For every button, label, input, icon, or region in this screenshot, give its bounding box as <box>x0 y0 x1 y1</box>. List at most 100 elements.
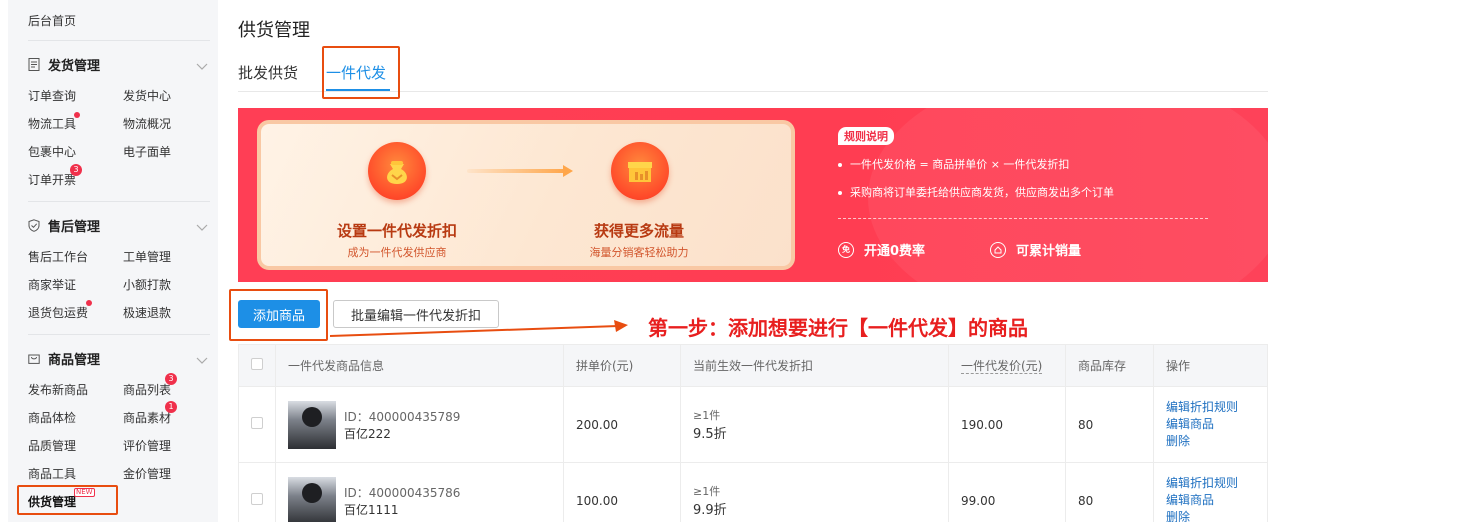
sidebar: 后台首页 发货管理 订单查询 发货中心 物流工具 物流概况 包裹中心 电子面单 … <box>8 0 218 522</box>
checkbox-cell <box>238 386 276 463</box>
promo-banner: 设置一件代发折扣 成为一件代发供应商 获得更多流量 海量分销客轻松助力 规则说明… <box>238 108 1268 282</box>
rules-badge: 规则说明 <box>838 127 894 145</box>
product-info-cell: ID：400000435789 百亿222 <box>275 386 564 463</box>
shield-check-icon <box>28 218 40 232</box>
operations-cell: 编辑折扣规则 编辑商品 删除 <box>1153 462 1268 522</box>
sidebar-item-shipping-center[interactable]: 发货中心 <box>123 87 171 104</box>
edit-discount-rule-link[interactable]: 编辑折扣规则 <box>1166 399 1255 416</box>
step1-subtitle: 成为一件代发供应商 <box>347 246 447 259</box>
count-badge: 1 <box>165 401 177 413</box>
sidebar-item-return-shipping[interactable]: 退货包运费 <box>28 304 88 321</box>
product-info: ID：400000435789 百亿222 <box>288 400 551 449</box>
chevron-down-icon[interactable] <box>196 217 208 236</box>
product-info-cell: ID：400000435786 百亿1111 <box>275 462 564 522</box>
product-info: ID：400000435786 百亿1111 <box>288 476 551 522</box>
sidebar-item-product-list[interactable]: 商品列表 <box>123 381 171 398</box>
sidebar-item-order-query[interactable]: 订单查询 <box>28 87 76 104</box>
sidebar-divider <box>28 40 210 41</box>
row-checkbox[interactable] <box>251 493 263 505</box>
product-thumbnail[interactable] <box>288 476 336 522</box>
sidebar-item-small-payment[interactable]: 小额打款 <box>123 276 171 293</box>
step1-title: 设置一件代发折扣 <box>336 222 457 240</box>
sidebar-item-reviews[interactable]: 评价管理 <box>123 437 171 454</box>
notification-dot <box>86 300 92 306</box>
product-name[interactable]: 百亿1111 <box>344 501 460 518</box>
count-badge: 3 <box>70 164 82 176</box>
sidebar-item-product-check[interactable]: 商品体检 <box>28 409 76 426</box>
bullet-icon <box>838 191 842 195</box>
annotation-text: 第一步：添加想要进行【一件代发】的商品 <box>648 316 1028 340</box>
sidebar-item-package-center[interactable]: 包裹中心 <box>28 143 76 160</box>
operations-cell: 编辑折扣规则 编辑商品 删除 <box>1153 386 1268 463</box>
highlight-box <box>322 46 400 99</box>
sidebar-section-title: 发货管理 <box>48 58 101 74</box>
page-title: 供货管理 <box>238 20 310 41</box>
row-checkbox[interactable] <box>251 417 263 429</box>
dropship-price: 190.00 <box>948 386 1066 463</box>
group-price: 200.00 <box>563 386 681 463</box>
sidebar-item-gold-price[interactable]: 金价管理 <box>123 465 171 482</box>
sidebar-item-product-tools[interactable]: 商品工具 <box>28 465 76 482</box>
edit-product-link[interactable]: 编辑商品 <box>1166 416 1255 433</box>
discount-value: 9.9折 <box>693 503 727 518</box>
sidebar-item-after-sales-workbench[interactable]: 售后工作台 <box>28 248 88 265</box>
sidebar-divider <box>28 334 210 335</box>
discount-cell: ≥1件 9.9折 <box>680 462 949 522</box>
sidebar-item-home[interactable]: 后台首页 <box>28 12 76 29</box>
sidebar-divider <box>28 201 210 202</box>
sidebar-section-after-sales[interactable]: 售后管理 <box>28 215 208 235</box>
chevron-down-icon[interactable] <box>196 56 208 75</box>
sidebar-item-publish-product[interactable]: 发布新商品 <box>28 381 88 398</box>
edit-discount-rule-link[interactable]: 编辑折扣规则 <box>1166 475 1255 492</box>
sidebar-item-product-material[interactable]: 商品素材 <box>123 409 171 426</box>
sidebar-item-invoice[interactable]: 订单开票 <box>28 171 76 188</box>
rule-text: 采购商将订单委托给供应商发货，供应商发出多个订单 <box>850 186 1114 199</box>
dashed-divider <box>838 218 1208 219</box>
group-price: 100.00 <box>563 462 681 522</box>
perk-text: 可累计销量 <box>1016 244 1082 259</box>
table-row: ID：400000435789 百亿222 200.00 ≥1件 9.5折 19… <box>238 386 1268 463</box>
highlight-box <box>17 485 118 515</box>
sidebar-item-logistics-tools[interactable]: 物流工具 <box>28 115 76 132</box>
home-icon <box>990 241 1006 258</box>
sidebar-item-e-waybill[interactable]: 电子面单 <box>123 143 171 160</box>
highlight-box <box>229 289 328 341</box>
stock: 80 <box>1065 386 1154 463</box>
delete-link[interactable]: 删除 <box>1166 509 1255 522</box>
product-thumbnail[interactable] <box>288 400 336 449</box>
sidebar-item-quality[interactable]: 品质管理 <box>28 437 76 454</box>
chevron-down-icon[interactable] <box>196 350 208 369</box>
bullet-icon <box>838 163 842 167</box>
sidebar-item-logistics-overview[interactable]: 物流概况 <box>123 115 171 132</box>
product-name[interactable]: 百亿222 <box>344 425 460 442</box>
free-icon: 免 <box>838 241 854 258</box>
sidebar-section-shipping[interactable]: 发货管理 <box>28 54 208 74</box>
sidebar-item-fast-refund[interactable]: 极速退款 <box>123 304 171 321</box>
step2-subtitle: 海量分销客轻松助力 <box>589 246 689 259</box>
column-header: 一件代发价(元) <box>948 344 1066 387</box>
shop-icon <box>611 142 669 200</box>
column-header: 商品库存 <box>1065 344 1154 387</box>
product-id: ID：400000435786 <box>344 485 461 500</box>
count-badge: 3 <box>165 373 177 385</box>
product-id: ID：400000435789 <box>344 409 461 424</box>
sidebar-section-products[interactable]: 商品管理 <box>28 348 208 368</box>
table-row: ID：400000435786 百亿1111 100.00 ≥1件 9.9折 9… <box>238 462 1268 522</box>
discount-cell: ≥1件 9.5折 <box>680 386 949 463</box>
discount-condition: ≥1件 <box>693 485 721 498</box>
delete-link[interactable]: 删除 <box>1166 433 1255 450</box>
sidebar-item-merchant-evidence[interactable]: 商家举证 <box>28 276 76 293</box>
column-header: 当前生效一件代发折扣 <box>680 344 949 387</box>
checkbox-cell <box>238 462 276 522</box>
sidebar-item-ticket-management[interactable]: 工单管理 <box>123 248 171 265</box>
sidebar-section-title: 商品管理 <box>48 352 101 368</box>
column-header: 拼单价(元) <box>563 344 681 387</box>
table-header-row: 一件代发商品信息 拼单价(元) 当前生效一件代发折扣 一件代发价(元) 商品库存… <box>238 344 1268 387</box>
select-all-checkbox[interactable] <box>251 358 263 370</box>
edit-product-link[interactable]: 编辑商品 <box>1166 492 1255 509</box>
discount-value: 9.5折 <box>693 427 727 442</box>
tab-wholesale[interactable]: 批发供货 <box>238 62 298 83</box>
document-icon <box>28 57 40 71</box>
notification-dot <box>74 112 80 118</box>
perk-zero-fee: 免 开通0费率 <box>838 240 925 259</box>
